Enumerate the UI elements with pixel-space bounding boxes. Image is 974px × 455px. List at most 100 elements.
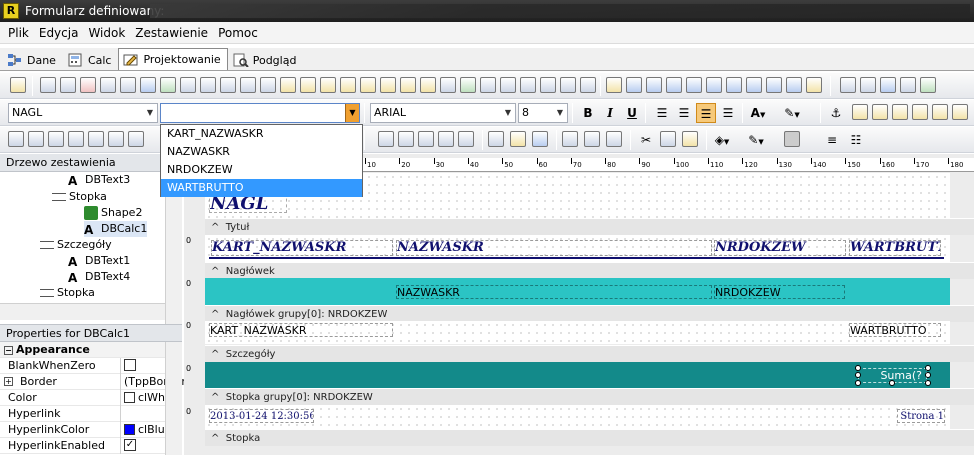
- dbbarcode-icon[interactable]: [380, 77, 396, 93]
- send-back-icon[interactable]: [872, 104, 888, 120]
- print-preview-icon[interactable]: [606, 131, 622, 147]
- align-left-edge-icon[interactable]: [48, 131, 64, 147]
- menu-plik[interactable]: Plik: [8, 26, 29, 40]
- header-field-kart[interactable]: KART_NAZWASKR: [211, 240, 393, 256]
- detail-field-kart[interactable]: KART_NAZWASKR: [209, 323, 393, 337]
- checkbox-icon[interactable]: [124, 359, 136, 371]
- dropdown-option[interactable]: KART_NAZWASKR: [161, 125, 362, 143]
- properties-scrollbar[interactable]: [165, 342, 182, 455]
- menu-edycja[interactable]: Edycja: [39, 26, 79, 40]
- memo-icon[interactable]: [60, 77, 76, 93]
- italic-button[interactable]: I: [600, 103, 620, 123]
- space-icon[interactable]: [952, 104, 968, 120]
- selection-handle[interactable]: [925, 372, 931, 378]
- property-value[interactable]: [124, 359, 136, 371]
- bring-front-icon[interactable]: [852, 104, 868, 120]
- font-size-select[interactable]: 8 ▼: [518, 103, 568, 123]
- dropdown-option[interactable]: NAZWASKR: [161, 143, 362, 161]
- justify-icon[interactable]: ☰: [718, 103, 738, 123]
- selection-handle[interactable]: [925, 365, 931, 371]
- align-hcenter-icon[interactable]: [88, 131, 104, 147]
- paste-icon[interactable]: [682, 131, 698, 147]
- property-row[interactable]: HyperlinkColor clBlue: [0, 422, 182, 438]
- selection-handle[interactable]: [889, 380, 895, 386]
- tool-d-icon[interactable]: [438, 131, 454, 147]
- align-center-icon[interactable]: ☰: [674, 103, 694, 123]
- bold-button[interactable]: B: [578, 103, 598, 123]
- tool-a-icon[interactable]: [378, 131, 394, 147]
- barcode-icon[interactable]: [200, 77, 216, 93]
- tool-b-icon[interactable]: [398, 131, 414, 147]
- guides-icon[interactable]: [920, 77, 936, 93]
- dbcalc-icon[interactable]: [300, 77, 316, 93]
- sort-icon[interactable]: [580, 77, 596, 93]
- subreport-icon[interactable]: [440, 77, 456, 93]
- align-icon[interactable]: [8, 131, 24, 147]
- db-group-icon[interactable]: [746, 77, 762, 93]
- new-icon[interactable]: [488, 131, 504, 147]
- fill-color-icon[interactable]: ◈▼: [712, 130, 732, 150]
- size-icon[interactable]: [932, 104, 948, 120]
- tree-node[interactable]: A DBText1: [68, 253, 130, 269]
- report-tree-icon[interactable]: [840, 77, 856, 93]
- align-left-icon[interactable]: ☰: [652, 103, 672, 123]
- open-icon[interactable]: [510, 131, 526, 147]
- selection-handle[interactable]: [855, 380, 861, 386]
- dbrichtext-icon[interactable]: [340, 77, 356, 93]
- align-grid-icon[interactable]: [646, 77, 662, 93]
- color-icon[interactable]: [540, 77, 556, 93]
- line-color-icon[interactable]: ✎▼: [746, 130, 766, 150]
- align-bottom-icon[interactable]: [912, 104, 928, 120]
- font-select[interactable]: ARIAL ▼: [370, 103, 516, 123]
- db-layout-icon[interactable]: [666, 77, 682, 93]
- db-calc-icon[interactable]: [706, 77, 722, 93]
- variable-icon[interactable]: [120, 77, 136, 93]
- group-field-nazwaskr[interactable]: NAZWASKR: [396, 285, 712, 299]
- highlight-color-icon[interactable]: ✎▼: [782, 103, 802, 123]
- tool-e-icon[interactable]: [458, 131, 474, 147]
- align-right-edge-icon[interactable]: [68, 131, 84, 147]
- dropdown-option-selected[interactable]: WARTBRUTTO: [161, 179, 362, 197]
- region-icon[interactable]: [260, 77, 276, 93]
- menu-zestawienie[interactable]: Zestawienie: [135, 26, 208, 40]
- group-footer-band-area[interactable]: [205, 362, 950, 389]
- copy-icon[interactable]: [660, 131, 676, 147]
- selection-handle[interactable]: [925, 380, 931, 386]
- tab-dane[interactable]: Dane: [2, 50, 63, 70]
- db-fields-icon[interactable]: [686, 77, 702, 93]
- group-icon[interactable]: [520, 77, 536, 93]
- footer-date-field[interactable]: 2013-01-24 12:30:56: [209, 409, 314, 423]
- tree-node[interactable]: Stopka: [52, 189, 107, 205]
- richtext-icon[interactable]: [80, 77, 96, 93]
- tree-hscrollbar[interactable]: [0, 303, 165, 320]
- footer-page-field[interactable]: Strona 1: [897, 409, 945, 423]
- dbcheckbox-icon[interactable]: [400, 77, 416, 93]
- shape-icon[interactable]: [160, 77, 176, 93]
- band-label-title[interactable]: ^ Tytuł: [205, 218, 974, 235]
- teechart-icon[interactable]: [480, 77, 496, 93]
- tab-projektowanie[interactable]: Projektowanie: [118, 48, 228, 70]
- anchor-icon[interactable]: ⚓: [826, 103, 846, 123]
- property-row[interactable]: BlankWhenZero: [0, 358, 182, 374]
- crosstab-icon[interactable]: [460, 77, 476, 93]
- detail-field-wartbrutto[interactable]: WARTBRUTTO: [849, 323, 941, 337]
- db-memo-icon[interactable]: [726, 77, 742, 93]
- data-tree-toolbar-icon[interactable]: [860, 77, 876, 93]
- align-right-icon[interactable]: ☰: [696, 103, 716, 123]
- a-text-icon[interactable]: [606, 77, 622, 93]
- same-width-icon[interactable]: [128, 131, 144, 147]
- align-vcenter-icon[interactable]: [108, 131, 124, 147]
- band-label-group-footer[interactable]: ^ Stopka grupy[0]: NRDOKZEW: [205, 388, 974, 405]
- property-row[interactable]: Hyperlink: [0, 406, 182, 422]
- expand-icon[interactable]: +: [4, 377, 13, 386]
- checkbox-icon[interactable]: [240, 77, 256, 93]
- tool-c-icon[interactable]: [418, 131, 434, 147]
- distribute-icon[interactable]: [28, 131, 44, 147]
- band-label-detail[interactable]: ^ Szczegóły: [205, 345, 974, 362]
- db-chart-icon[interactable]: [786, 77, 802, 93]
- save-icon[interactable]: [532, 131, 548, 147]
- cut-icon[interactable]: ✂: [636, 130, 656, 150]
- tree-node[interactable]: Stopka: [40, 285, 95, 301]
- band-label-footer[interactable]: ^ Stopka: [205, 429, 974, 446]
- db-sum-icon[interactable]: [766, 77, 782, 93]
